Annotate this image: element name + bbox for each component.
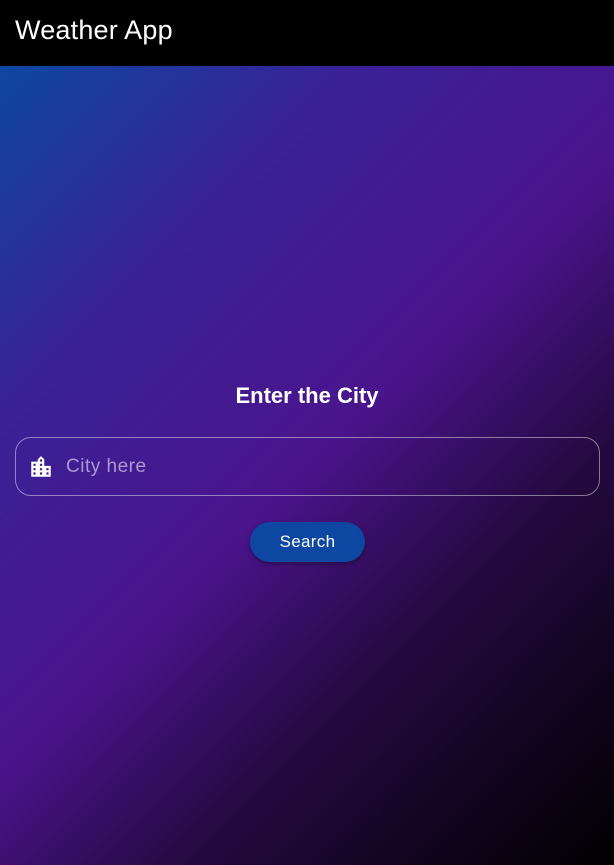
city-search-field[interactable]	[15, 437, 600, 496]
main-content: Enter the City Search	[0, 66, 614, 865]
app-bar: Weather App	[0, 0, 614, 66]
city-buildings-icon	[28, 454, 54, 480]
city-input[interactable]	[66, 446, 587, 487]
app-title: Weather App	[15, 14, 173, 45]
weather-app: Weather App Enter the City Search	[0, 0, 614, 865]
city-prompt-heading: Enter the City	[235, 383, 379, 408]
search-button[interactable]: Search	[250, 522, 365, 562]
